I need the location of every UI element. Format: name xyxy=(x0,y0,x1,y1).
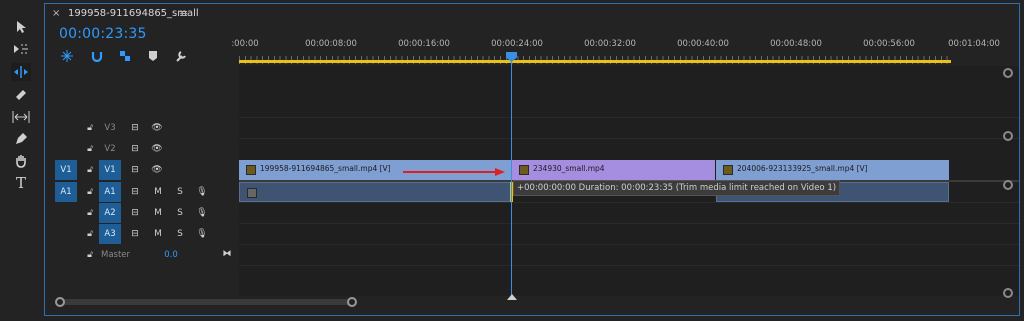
eye-icon[interactable]: 👁︎ xyxy=(151,164,163,176)
nest-sequence-icon[interactable] xyxy=(59,48,75,64)
mute-button[interactable]: M xyxy=(153,186,163,198)
snap-icon[interactable] xyxy=(89,48,105,64)
lock-icon[interactable]: 🔓︎ xyxy=(85,249,95,261)
track-header-master: 🔓︎ Master 0.0 ⧓ xyxy=(45,245,239,265)
sync-lock-icon[interactable]: ⊟ xyxy=(129,143,141,155)
fx-badge-icon xyxy=(723,165,733,175)
video-clip-2[interactable]: 234930_small.mp4 xyxy=(512,160,715,180)
timeline-settings-wrench-icon[interactable] xyxy=(173,48,189,64)
track-name-a2[interactable]: A2 xyxy=(99,203,121,223)
panel-menu-icon[interactable]: ≡ xyxy=(179,7,188,20)
track-name-v1[interactable]: V1 xyxy=(99,160,121,180)
zoom-scrollbar-left-handle[interactable] xyxy=(55,297,65,307)
audio-clip-1[interactable] xyxy=(239,182,511,202)
work-area-bar[interactable] xyxy=(239,60,951,63)
hand-tool-icon[interactable] xyxy=(11,152,31,170)
ruler-label: 00:00:08:00 xyxy=(305,39,357,49)
zoom-scrollbar-right-handle[interactable] xyxy=(347,297,357,307)
microphone-icon[interactable]: 🎙︎ xyxy=(196,228,207,240)
track-name-v2[interactable]: V2 xyxy=(99,139,121,159)
solo-button[interactable]: S xyxy=(175,207,185,219)
playhead-bottom-marker xyxy=(507,294,517,300)
ruler-label: 00:00:48:00 xyxy=(770,39,822,49)
selection-tool-icon[interactable] xyxy=(11,18,31,36)
ruler-label: 00:01:04:00 xyxy=(948,39,1000,49)
sync-lock-icon[interactable]: ⊟ xyxy=(129,164,141,176)
type-tool-icon[interactable]: T xyxy=(11,174,31,192)
master-label: Master xyxy=(101,250,131,260)
source-patch-a1[interactable]: A1 xyxy=(55,182,77,202)
razor-tool-icon[interactable] xyxy=(11,86,31,104)
track-name-a3[interactable]: A3 xyxy=(99,224,121,244)
sync-lock-icon[interactable]: ⊟ xyxy=(129,186,141,198)
sync-lock-icon[interactable]: ⊟ xyxy=(129,207,141,219)
vertical-scroll-bottom-handle[interactable] xyxy=(1003,288,1013,298)
linked-selection-icon[interactable] xyxy=(117,48,133,64)
video-clip-3[interactable]: 204006-923133925_small.mp4 [V] xyxy=(716,160,949,180)
playhead-timecode[interactable]: 00:00:23:35 xyxy=(59,26,147,42)
track-name-v3[interactable]: V3 xyxy=(99,118,121,138)
lock-icon[interactable]: 🔓︎ xyxy=(85,164,95,176)
microphone-icon[interactable]: 🎙︎ xyxy=(196,207,207,219)
track-divider xyxy=(239,117,1019,118)
sync-lock-icon[interactable]: ⊟ xyxy=(129,122,141,134)
master-volume-value[interactable]: 0.0 xyxy=(161,249,181,261)
lock-icon[interactable]: 🔓︎ xyxy=(85,122,95,134)
track-divider xyxy=(239,244,1019,245)
track-divider xyxy=(239,138,1019,139)
go-to-edit-point-icon[interactable]: ⧓ xyxy=(221,248,233,260)
sync-lock-icon[interactable]: ⊟ xyxy=(129,228,141,240)
eye-icon[interactable]: 👁︎ xyxy=(151,122,163,134)
track-header-v3: 🔓︎ V3 ⊟ 👁︎ xyxy=(45,118,239,138)
clip-name: 204006-923133925_small.mp4 [V] xyxy=(737,164,868,173)
source-patch-v1[interactable]: V1 xyxy=(55,160,77,180)
lock-icon[interactable]: 🔓︎ xyxy=(85,186,95,198)
track-header-v1: V1 🔓︎ V1 ⊟ 👁︎ xyxy=(45,160,239,180)
fx-badge-icon xyxy=(247,188,257,198)
panel-tab-bar: × 199958-911694865_small ≡ xyxy=(45,4,1019,26)
fx-badge-icon xyxy=(246,165,256,175)
vertical-scroll-top-handle[interactable] xyxy=(1003,68,1013,78)
timeline-panel: × 199958-911694865_small ≡ 00:00:23:35 :… xyxy=(44,3,1020,316)
ruler-label: 00:00:32:00 xyxy=(584,39,636,49)
playhead-line[interactable] xyxy=(511,56,512,300)
lock-icon[interactable]: 🔓︎ xyxy=(85,228,95,240)
track-header-a3: 🔓︎ A3 ⊟ M S 🎙︎ xyxy=(45,224,239,244)
lock-icon[interactable]: 🔓︎ xyxy=(85,207,95,219)
microphone-icon[interactable]: 🎙︎ xyxy=(196,186,207,198)
fx-badge-icon xyxy=(519,165,529,175)
red-arrow-icon xyxy=(403,168,505,176)
pen-tool-icon[interactable] xyxy=(11,130,31,148)
ruler-label: 00:00:24:00 xyxy=(491,39,543,49)
slip-tool-icon[interactable] xyxy=(11,108,31,126)
audio-scroll-handle[interactable] xyxy=(1003,180,1013,190)
ripple-edit-tool-icon[interactable] xyxy=(11,63,31,81)
lock-icon[interactable]: 🔓︎ xyxy=(85,143,95,155)
track-header-a1: A1 🔓︎ A1 ⊟ M S 🎙︎ xyxy=(45,182,239,202)
video-scroll-handle[interactable] xyxy=(1003,131,1013,141)
solo-button[interactable]: S xyxy=(175,186,185,198)
track-divider xyxy=(239,202,1019,203)
track-header-v2: 🔓︎ V2 ⊟ 👁︎ xyxy=(45,139,239,159)
mute-button[interactable]: M xyxy=(153,228,163,240)
ruler-label: 00:00:56:00 xyxy=(863,39,915,49)
add-marker-icon[interactable] xyxy=(145,48,161,64)
clip-name: 199958-911694865_small.mp4 [V] xyxy=(260,164,391,173)
ruler-label: :00:00 xyxy=(231,39,259,49)
track-header-a2: 🔓︎ A2 ⊟ M S 🎙︎ xyxy=(45,203,239,223)
eye-icon[interactable]: 👁︎ xyxy=(151,143,163,155)
trim-tooltip: +00:00:00:00 Duration: 00:00:23:35 (Trim… xyxy=(513,180,841,196)
track-name-a1[interactable]: A1 xyxy=(99,182,121,202)
ruler-label: 00:00:16:00 xyxy=(398,39,450,49)
tools-panel: T xyxy=(0,0,40,321)
mute-button[interactable]: M xyxy=(153,207,163,219)
close-tab-icon[interactable]: × xyxy=(52,8,60,19)
solo-button[interactable]: S xyxy=(175,228,185,240)
track-divider xyxy=(239,223,1019,224)
clip-name: 234930_small.mp4 xyxy=(533,164,605,173)
track-select-tool-icon[interactable] xyxy=(11,40,31,58)
ruler-label: 00:00:40:00 xyxy=(677,39,729,49)
zoom-scrollbar[interactable] xyxy=(59,299,355,305)
track-divider xyxy=(239,265,1019,266)
